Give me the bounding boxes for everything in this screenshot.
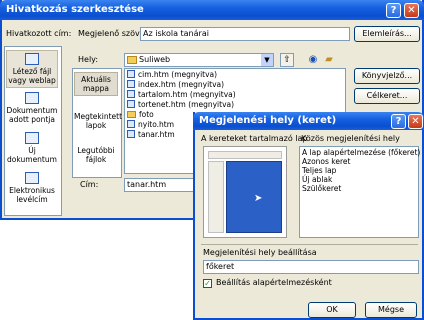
look-in-select[interactable]: Suliweb ▼ <box>124 53 274 67</box>
target-setting-label: Megjelenítési hely beállítása <box>203 248 317 257</box>
browse-web-icon[interactable]: ◉ <box>306 53 320 67</box>
web-page-icon <box>127 100 135 108</box>
list-item[interactable]: cim.htm (megnyitva) <box>127 70 217 80</box>
email-icon <box>25 172 39 184</box>
list-item[interactable]: tanar.htm <box>127 130 175 140</box>
list-item[interactable]: tartalom.htm (megnyitva) <box>127 90 236 100</box>
sidebar-item-label: Új dokumentum <box>7 146 57 164</box>
screentip-button[interactable]: Elemleírás... <box>354 26 420 42</box>
sidebar-item-label: Létező fájl vagy weblap <box>8 67 56 85</box>
main-titlebar: Hivatkozás szerkesztése <box>0 0 424 20</box>
web-page-icon <box>127 120 135 128</box>
target-frame-button[interactable]: Célkeret... <box>354 88 420 104</box>
current-folder-tab[interactable]: Aktuális mappa <box>74 72 118 96</box>
mouse-cursor-icon: ➤ <box>254 193 263 204</box>
address-label: Cím: <box>80 180 99 189</box>
look-in-value: Suliweb <box>139 55 171 64</box>
link-to-label: Hivatkozott cím: <box>6 29 72 38</box>
frame-help-button[interactable]: ? <box>391 114 406 129</box>
sidebar-item-document-place[interactable]: Dokumentum adott pontja <box>6 92 58 124</box>
list-item[interactable]: tortenet.htm (megnyitva) <box>127 100 234 110</box>
up-folder-icon[interactable]: ⇧ <box>280 53 294 67</box>
web-page-icon <box>127 80 135 88</box>
existing-file-icon <box>25 53 39 65</box>
main-title: Hivatkozás szerkesztése <box>6 4 144 15</box>
web-page-icon <box>127 90 135 98</box>
bookmark-button[interactable]: Könyvjelző... <box>354 68 420 84</box>
browsed-pages-label: Megtekintett lapok <box>74 112 123 130</box>
look-in-label: Hely: <box>78 55 99 64</box>
web-page-icon <box>127 70 135 78</box>
frame-preview[interactable]: ➤ <box>203 146 287 238</box>
list-item[interactable]: index.htm (megnyitva) <box>127 80 224 90</box>
list-item[interactable]: nyito.htm <box>127 120 174 130</box>
frame-titlebar: Megjelenési hely (keret) <box>193 112 424 130</box>
recent-files-tab[interactable]: Legutóbbi fájlok <box>74 146 118 164</box>
folder-icon <box>127 56 137 64</box>
frames-page-label: A kereteket tartalmazó lap <box>201 134 308 143</box>
separator <box>201 244 418 245</box>
common-targets-label: Közös megjelenítési hely <box>301 134 400 143</box>
close-button[interactable]: ✕ <box>404 3 419 18</box>
chevron-down-icon: ▼ <box>261 54 273 66</box>
target-frame-dialog: Megjelenési hely (keret) ? ✕ A kereteket… <box>193 112 424 320</box>
browsed-pages-tab[interactable]: Megtekintett lapok <box>74 112 122 130</box>
sidebar-item-label: Elektronikus levélcím <box>9 186 55 204</box>
preview-left-frame[interactable] <box>208 161 224 233</box>
list-item[interactable]: Teljes lap <box>300 166 418 175</box>
common-targets-list[interactable]: A lap alapértelmezése (főkeret) Azonos k… <box>299 146 420 238</box>
cancel-button[interactable]: Mégse <box>365 302 417 318</box>
set-default-checkbox[interactable]: ✓ <box>203 279 212 288</box>
frame-close-button[interactable]: ✕ <box>408 114 423 129</box>
address-input[interactable]: tanar.htm <box>124 178 194 192</box>
target-setting-input[interactable]: főkeret <box>203 260 419 274</box>
list-item[interactable]: foto <box>127 110 154 120</box>
sidebar-item-new-document[interactable]: Új dokumentum <box>6 132 58 164</box>
document-place-icon <box>25 92 39 104</box>
new-document-icon <box>25 132 39 144</box>
folder-icon <box>127 111 136 118</box>
current-folder-label: Aktuális mappa <box>81 75 111 93</box>
set-default-label: Beállítás alapértelmezésként <box>216 278 332 287</box>
sidebar-item-email[interactable]: Elektronikus levélcím <box>6 172 58 204</box>
sidebar-item-existing-file[interactable]: Létező fájl vagy weblap <box>6 50 58 88</box>
list-item[interactable]: Szülőkeret <box>300 184 418 193</box>
list-item[interactable]: Azonos keret <box>300 157 418 166</box>
list-item[interactable]: Új ablak <box>300 175 418 184</box>
ok-button[interactable]: OK <box>308 302 356 318</box>
help-button[interactable]: ? <box>386 3 401 18</box>
browse-file-icon[interactable]: ▰ <box>322 53 336 67</box>
preview-top-frame[interactable] <box>208 151 282 159</box>
recent-files-label: Legutóbbi fájlok <box>77 146 115 164</box>
frame-title: Megjelenési hely (keret) <box>199 115 337 126</box>
list-item[interactable]: A lap alapértelmezése (főkeret) <box>300 148 420 157</box>
web-page-icon <box>127 130 135 138</box>
display-text-input[interactable]: Az iskola tanárai <box>140 27 350 41</box>
sidebar-item-label: Dokumentum adott pontja <box>6 106 58 124</box>
